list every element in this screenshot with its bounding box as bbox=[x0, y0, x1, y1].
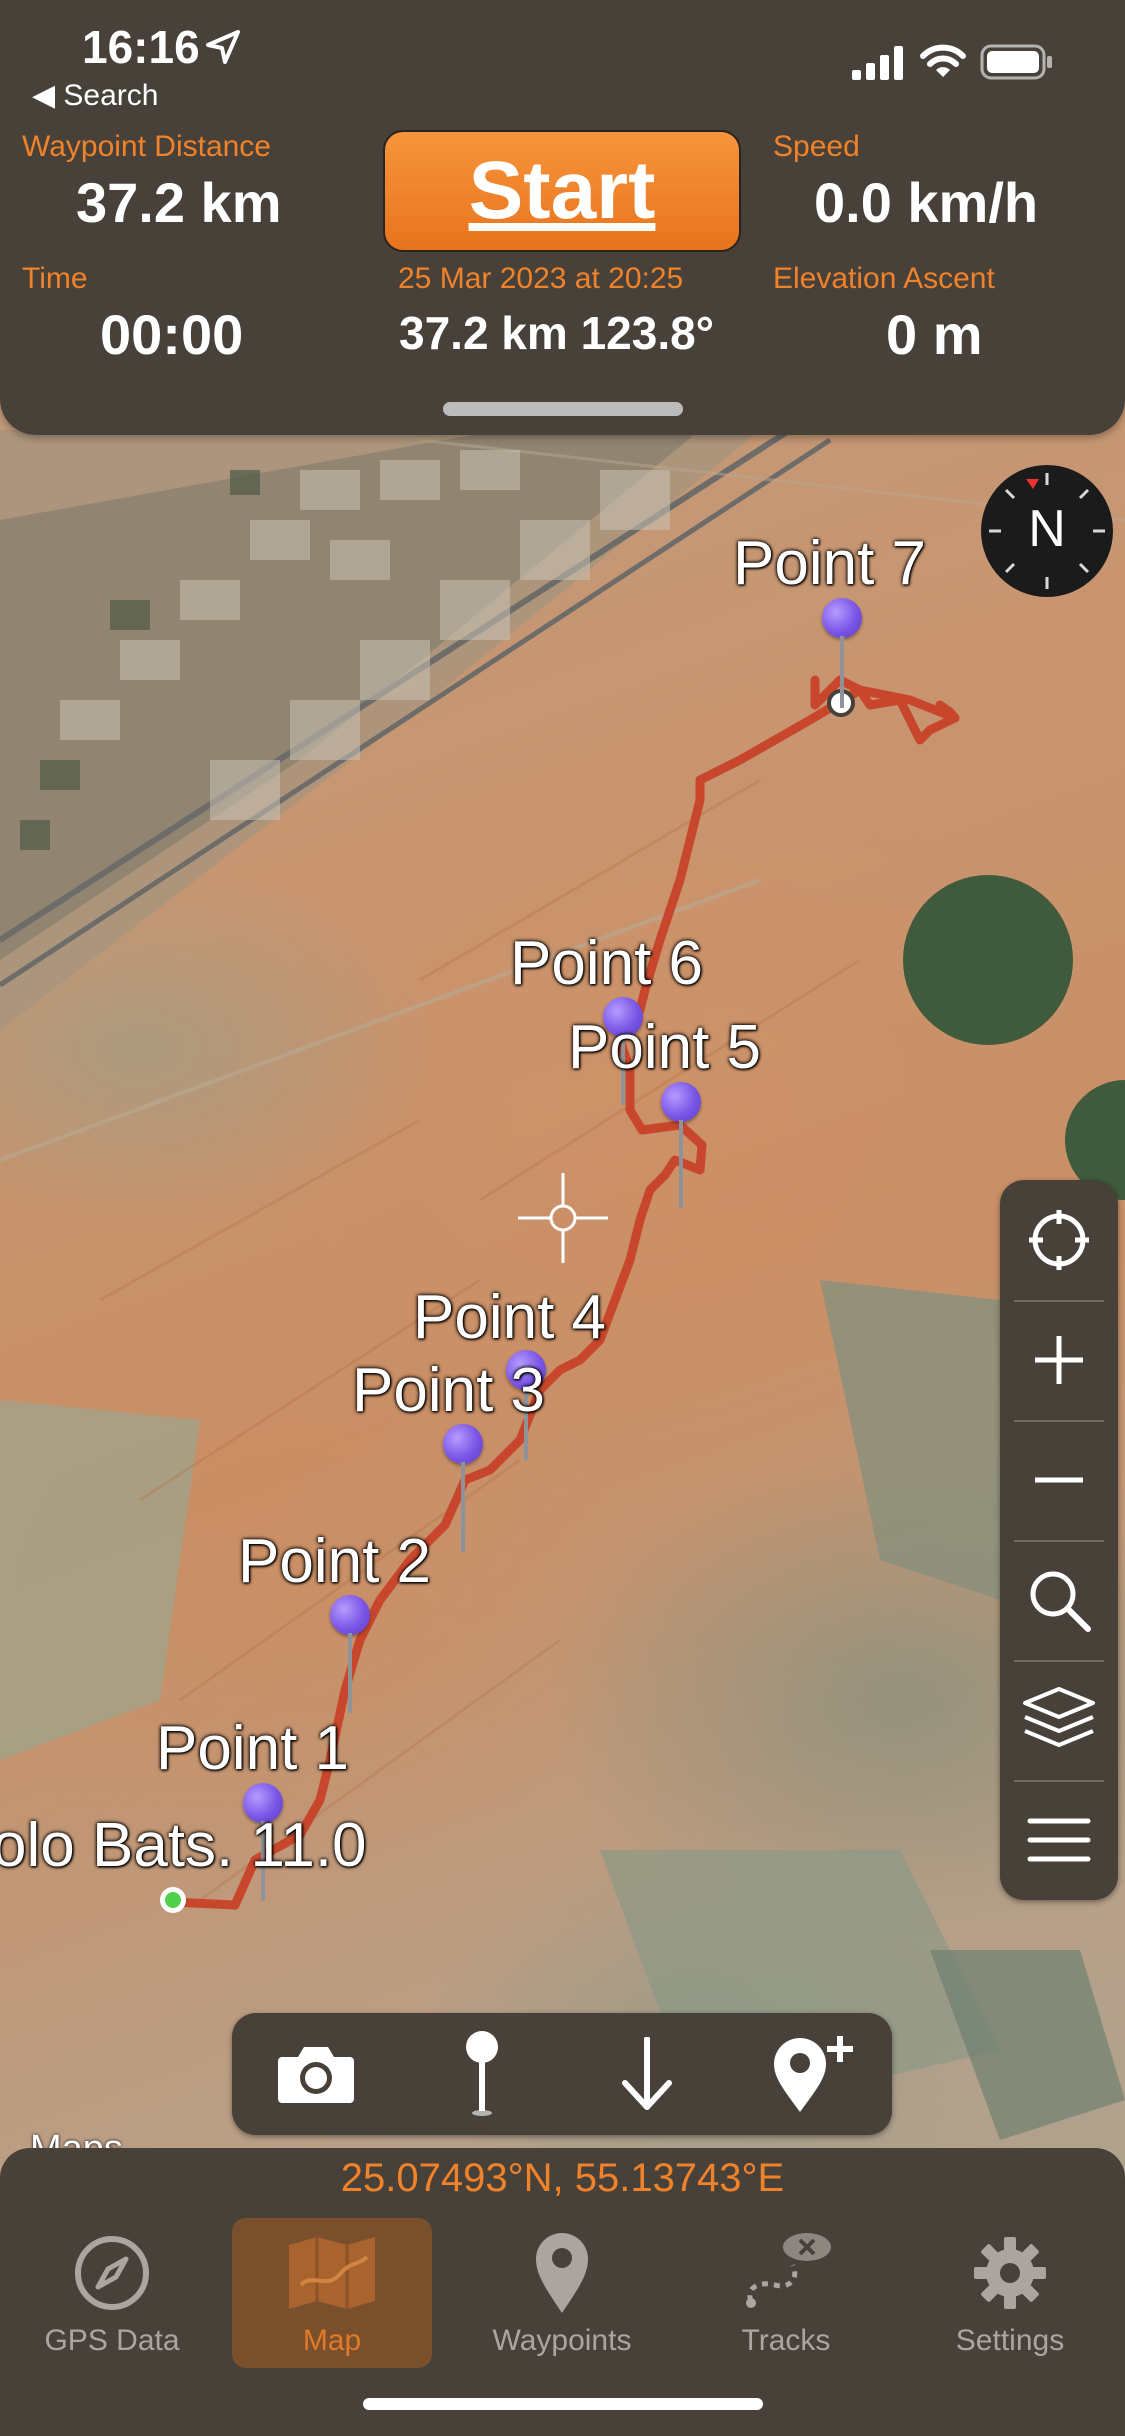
camera-button[interactable] bbox=[256, 2013, 376, 2135]
waypoint-pin[interactable] bbox=[330, 1595, 370, 1713]
tab-bar: 25.07493°N, 55.13743°E GPS Data Map Wayp… bbox=[0, 2148, 1125, 2436]
tab-label: GPS Data bbox=[44, 2324, 180, 2357]
elevation-ascent-label: Elevation Ascent bbox=[773, 262, 995, 295]
time-value: 00:00 bbox=[100, 303, 244, 366]
waypoint-label: Point 4 bbox=[413, 1283, 607, 1352]
compass-north-label: N bbox=[1028, 500, 1066, 558]
map-icon bbox=[289, 2237, 375, 2309]
search-button[interactable] bbox=[1000, 1540, 1118, 1660]
waypoint-label: Point 7 bbox=[733, 529, 927, 598]
wifi-icon bbox=[920, 44, 966, 77]
download-button[interactable] bbox=[587, 2013, 707, 2135]
speed-value: 0.0 km/h bbox=[814, 171, 1039, 234]
signal-icon bbox=[852, 46, 903, 80]
tab-label: Tracks bbox=[741, 2324, 831, 2357]
add-waypoint-icon bbox=[774, 2036, 853, 2112]
layers-icon bbox=[1023, 1687, 1095, 1747]
layers-button[interactable] bbox=[1000, 1660, 1118, 1780]
status-bar: 16:16 ◀ Search bbox=[0, 0, 1125, 130]
tab-label: Map bbox=[302, 2324, 362, 2357]
waypoint-icon bbox=[536, 2233, 588, 2313]
search-icon bbox=[1030, 1571, 1091, 1632]
crosshair-icon bbox=[518, 1173, 608, 1263]
compass-button[interactable]: N bbox=[981, 465, 1113, 597]
download-icon bbox=[622, 2037, 672, 2110]
speed-label: Speed bbox=[773, 130, 860, 163]
start-label: olo Bats. 11.0 bbox=[0, 1811, 367, 1880]
panel-handle[interactable] bbox=[443, 402, 683, 416]
menu-icon bbox=[1027, 1818, 1091, 1862]
zoom-in-button[interactable] bbox=[1000, 1300, 1118, 1420]
home-indicator[interactable] bbox=[363, 2398, 763, 2410]
tab-tracks[interactable]: Tracks bbox=[686, 2218, 886, 2368]
waypoint-pin[interactable] bbox=[822, 598, 862, 708]
action-bar bbox=[232, 2013, 892, 2135]
zoom-out-icon bbox=[1035, 1477, 1083, 1483]
tab-gps-data[interactable]: GPS Data bbox=[12, 2218, 212, 2368]
drop-pin-button[interactable] bbox=[422, 2013, 542, 2135]
locate-button[interactable] bbox=[1000, 1180, 1118, 1300]
tracks-icon bbox=[746, 2233, 831, 2308]
tab-map[interactable]: Map bbox=[232, 2218, 432, 2368]
pin-icon bbox=[466, 2031, 498, 2116]
tab-waypoints[interactable]: Waypoints bbox=[462, 2218, 662, 2368]
menu-button[interactable] bbox=[1000, 1780, 1118, 1900]
location-arrow-icon bbox=[206, 30, 240, 64]
tab-label: Waypoints bbox=[492, 2324, 632, 2357]
zoom-in-icon bbox=[1035, 1336, 1083, 1384]
locate-icon bbox=[1029, 1210, 1089, 1270]
coordinates-readout: 25.07493°N, 55.13743°E bbox=[340, 2156, 785, 2200]
waypoint-distance-label: Waypoint Distance bbox=[22, 130, 271, 163]
start-button[interactable]: Start bbox=[383, 130, 741, 252]
map-controls bbox=[1000, 1180, 1118, 1900]
track-start-marker bbox=[165, 1892, 181, 1908]
gear-icon bbox=[974, 2237, 1046, 2309]
waypoint-pin[interactable] bbox=[443, 1424, 483, 1552]
date-label: 25 Mar 2023 at 20:25 bbox=[398, 262, 684, 295]
waypoint-label: Point 1 bbox=[156, 1714, 350, 1783]
waypoint-label: Point 5 bbox=[568, 1013, 762, 1082]
waypoint-label: Point 6 bbox=[510, 929, 704, 998]
camera-icon bbox=[278, 2047, 354, 2103]
elevation-ascent-value: 0 m bbox=[886, 303, 983, 366]
back-to-search[interactable]: ◀ Search bbox=[32, 78, 158, 113]
distance-bearing: 37.2 km 123.8° bbox=[399, 307, 715, 359]
status-time: 16:16 bbox=[82, 21, 200, 73]
waypoint-pin[interactable] bbox=[661, 1082, 701, 1208]
waypoint-distance-value: 37.2 km bbox=[76, 171, 282, 234]
add-waypoint-button[interactable] bbox=[752, 2013, 872, 2135]
compass-icon bbox=[75, 2236, 149, 2310]
zoom-out-button[interactable] bbox=[1000, 1420, 1118, 1540]
tab-label: Settings bbox=[955, 2324, 1065, 2357]
waypoint-label: Point 2 bbox=[238, 1527, 432, 1596]
time-label: Time bbox=[22, 262, 88, 295]
battery-icon bbox=[980, 44, 1052, 80]
waypoint-label: Point 3 bbox=[352, 1356, 546, 1425]
tab-settings[interactable]: Settings bbox=[910, 2218, 1110, 2368]
